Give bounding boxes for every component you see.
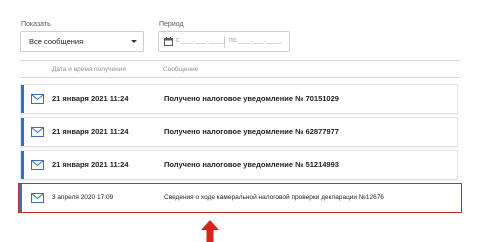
envelope-icon [31, 94, 44, 104]
message-row[interactable]: 21 января 2021 11:24 Получено налоговое … [20, 84, 458, 114]
calendar-icon[interactable] [164, 37, 173, 46]
chevron-down-icon [131, 40, 137, 43]
period-from-input[interactable]: с ___.___.____ [176, 37, 224, 44]
period-range-field[interactable]: с ___.___.____ по ___.___.____ [158, 31, 290, 52]
unread-indicator [21, 85, 24, 113]
filters-divider [20, 60, 460, 61]
message-date: 21 января 2021 11:24 [52, 94, 129, 103]
message-row[interactable]: 21 января 2021 11:24 Получено налоговое … [20, 117, 458, 147]
envelope-icon [31, 160, 44, 170]
message-filter-value: Все сообщения [29, 37, 84, 46]
message-text[interactable]: Получено налоговое уведомление № 7015102… [164, 94, 339, 103]
arrow-up-icon [201, 220, 219, 242]
header-divider [20, 77, 460, 78]
message-text[interactable]: Получено налоговое уведомление № 6287797… [164, 127, 339, 136]
column-header-message: Сообщение [163, 66, 199, 73]
message-date: 21 января 2021 11:24 [52, 160, 129, 169]
unread-indicator [21, 151, 24, 179]
period-to-input[interactable]: по ___.___.____ [229, 37, 281, 44]
show-filter-label: Показать [21, 21, 51, 28]
message-filter-select[interactable]: Все сообщения [20, 31, 144, 52]
message-row[interactable]: 21 января 2021 11:24 Получено налоговое … [20, 150, 458, 180]
message-row-highlighted[interactable]: 3 апреля 2020 17:09 Сведения о ходе каме… [18, 183, 462, 213]
period-label: Период [159, 21, 184, 28]
message-date: 3 апреля 2020 17:09 [52, 194, 114, 201]
message-date: 21 января 2021 11:24 [52, 127, 129, 136]
message-text[interactable]: Сведения о ходе камеральной налоговой пр… [164, 194, 384, 201]
unread-indicator [19, 184, 22, 212]
period-separator [224, 36, 225, 48]
column-header-date: Дата и время получения [52, 66, 126, 73]
message-text[interactable]: Получено налоговое уведомление № 5121499… [164, 160, 339, 169]
envelope-icon [31, 193, 44, 203]
envelope-icon [31, 127, 44, 137]
unread-indicator [21, 118, 24, 146]
